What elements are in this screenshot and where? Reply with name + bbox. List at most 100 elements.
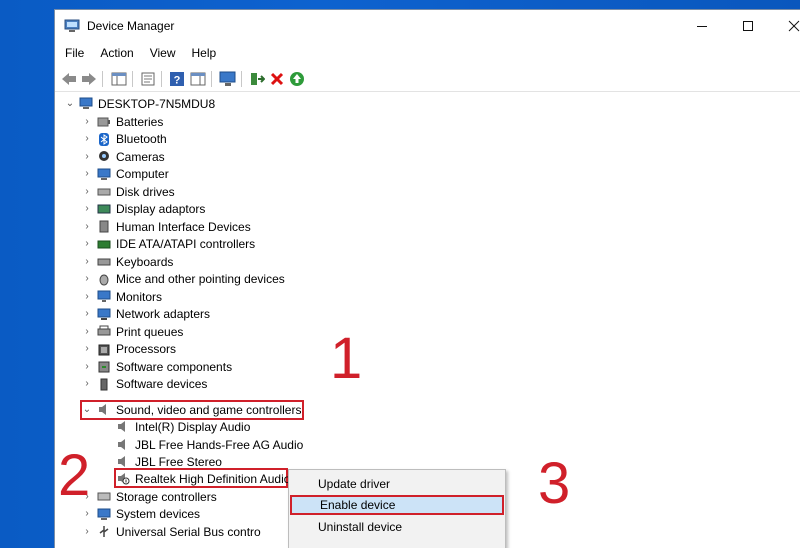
- expand-chevron-icon[interactable]: ›: [82, 151, 92, 162]
- speaker-icon: [118, 456, 125, 467]
- tree-item-label: Monitors: [116, 289, 163, 304]
- mouse-icon: [99, 274, 109, 285]
- tree-item-print-queues[interactable]: Print queues: [97, 323, 183, 340]
- usb-icon: [99, 526, 109, 537]
- window-title: Device Manager: [87, 19, 175, 33]
- tree-item-label: Processors: [116, 342, 177, 356]
- tree-item-label: Cameras: [116, 149, 165, 164]
- tree-item-label: IDE ATA/ATAPI controllers: [116, 237, 256, 251]
- tree-item-label: Mice and other pointing devices: [116, 272, 285, 286]
- toolbar: ?: [55, 66, 800, 92]
- menu-view[interactable]: View: [140, 44, 182, 64]
- tree-item-software-devices[interactable]: Software devices: [97, 376, 207, 393]
- expand-chevron-icon[interactable]: ›: [82, 326, 92, 337]
- tree-item-display-adaptors[interactable]: Display adaptors: [97, 201, 205, 218]
- menu-action[interactable]: Action: [90, 44, 139, 64]
- expand-chevron-icon[interactable]: ›: [82, 221, 92, 232]
- expand-chevron-icon[interactable]: ›: [82, 508, 92, 519]
- update-driver-icon: [251, 73, 265, 85]
- tree-item-storage-controllers[interactable]: Storage controllers: [97, 488, 217, 505]
- tree-child-audio[interactable]: Intel(R) Display Audio: [116, 418, 250, 435]
- tree-item-processors[interactable]: Processors: [97, 341, 176, 358]
- uninstall-button[interactable]: [268, 70, 286, 88]
- tree-item-universal-serial-bus-contro[interactable]: Universal Serial Bus contro: [97, 523, 261, 540]
- expand-chevron-icon[interactable]: ›: [82, 291, 92, 302]
- help-button[interactable]: ?: [168, 70, 186, 88]
- tree-item-bluetooth[interactable]: Bluetooth: [97, 131, 167, 148]
- expand-chevron-icon[interactable]: ›: [82, 361, 92, 372]
- tree-item-network-adapters[interactable]: Network adapters: [97, 306, 210, 323]
- title-bar: Device Manager: [55, 10, 800, 42]
- menu-item-enable-device[interactable]: Enable device: [290, 495, 504, 515]
- back-arrow-icon: [62, 73, 76, 85]
- tree-item-mice-and-other-pointing-devices[interactable]: Mice and other pointing devices: [97, 271, 285, 288]
- expand-chevron-icon[interactable]: ›: [82, 203, 92, 214]
- expand-chevron-icon[interactable]: ›: [82, 133, 92, 144]
- annotation-number-1: 1: [330, 326, 363, 391]
- tree-item-batteries[interactable]: Batteries: [97, 113, 163, 130]
- software-device-icon: [100, 378, 108, 390]
- menu-item-uninstall-device[interactable]: Uninstall device: [290, 517, 504, 537]
- tree-item-cameras[interactable]: Cameras: [97, 148, 165, 165]
- expand-chevron-icon[interactable]: ›: [82, 343, 92, 354]
- action-pane-button[interactable]: [189, 70, 207, 88]
- tree-item-label: Computer: [116, 167, 169, 181]
- scan-hardware-button[interactable]: [219, 70, 237, 88]
- expand-chevron-icon[interactable]: ›: [82, 378, 92, 389]
- enable-button[interactable]: [288, 70, 306, 88]
- properties-button[interactable]: [139, 70, 157, 88]
- forward-button[interactable]: [80, 70, 98, 88]
- tree-item-human-interface-devices[interactable]: Human Interface Devices: [97, 218, 251, 235]
- monitor-icon: [97, 290, 111, 302]
- update-driver-button[interactable]: [248, 70, 266, 88]
- tree-item-software-components[interactable]: Software components: [97, 358, 232, 375]
- tree-item-computer[interactable]: Computer: [97, 166, 169, 183]
- expand-chevron-icon[interactable]: ›: [82, 256, 92, 267]
- tree-item-label: System devices: [116, 507, 201, 521]
- computer-icon: [97, 168, 111, 180]
- tree-item-keyboards[interactable]: Keyboards: [97, 253, 173, 270]
- back-button[interactable]: [60, 70, 78, 88]
- tree-item-label: Universal Serial Bus contro: [116, 524, 261, 539]
- expand-chevron-icon[interactable]: ›: [82, 526, 92, 537]
- enable-arrow-icon: [290, 72, 304, 86]
- scan-hardware-icon: [219, 71, 236, 86]
- menu-file[interactable]: File: [55, 44, 90, 64]
- network-adapter-icon: [97, 308, 111, 320]
- keyboard-icon: [97, 258, 111, 266]
- disk-drive-icon: [97, 188, 111, 196]
- tree-item-disk-drives[interactable]: Disk drives: [97, 183, 175, 200]
- expand-chevron-icon[interactable]: ›: [82, 238, 92, 249]
- tree-item-ide-ata-atapi-controllers[interactable]: IDE ATA/ATAPI controllers: [97, 236, 255, 253]
- maximize-button[interactable]: [725, 10, 771, 42]
- device-manager-icon: [64, 19, 80, 32]
- expand-chevron-icon[interactable]: ⌄: [65, 98, 75, 109]
- tree-root[interactable]: DESKTOP-7N5MDU8: [79, 95, 215, 112]
- collapse-chevron-icon[interactable]: ⌄: [82, 404, 92, 415]
- show-hide-tree-button[interactable]: [110, 70, 128, 88]
- expand-chevron-icon[interactable]: ›: [82, 168, 92, 179]
- expand-chevron-icon[interactable]: ›: [82, 116, 92, 127]
- menu-help[interactable]: Help: [182, 44, 223, 64]
- bluetooth-icon: [99, 132, 109, 146]
- tree-item-label: Batteries: [116, 114, 164, 129]
- tree-child-realtek[interactable]: Realtek High Definition Audio: [116, 470, 290, 487]
- tree-item-label: Display adaptors: [116, 202, 206, 216]
- tree-item-monitors[interactable]: Monitors: [97, 288, 162, 305]
- computer-icon: [79, 97, 93, 109]
- close-icon: [788, 20, 800, 32]
- forward-arrow-icon: [82, 73, 96, 85]
- minimize-button[interactable]: [679, 10, 725, 42]
- tree-item-system-devices[interactable]: System devices: [97, 506, 200, 523]
- expand-chevron-icon[interactable]: ›: [82, 308, 92, 319]
- computer-name: DESKTOP-7N5MDU8: [98, 96, 216, 111]
- tree-item-sound[interactable]: Sound, video and game controllers: [97, 401, 301, 418]
- menu-item-update-driver[interactable]: Update driver: [290, 474, 504, 494]
- tree-child-audio[interactable]: JBL Free Hands-Free AG Audio: [116, 436, 303, 453]
- close-button[interactable]: [771, 10, 800, 42]
- storage-controller-icon: [97, 492, 111, 501]
- context-menu: Update driver Enable device Uninstall de…: [288, 469, 506, 548]
- tree-item-label: Bluetooth: [116, 132, 167, 146]
- expand-chevron-icon[interactable]: ›: [82, 273, 92, 284]
- expand-chevron-icon[interactable]: ›: [82, 186, 92, 197]
